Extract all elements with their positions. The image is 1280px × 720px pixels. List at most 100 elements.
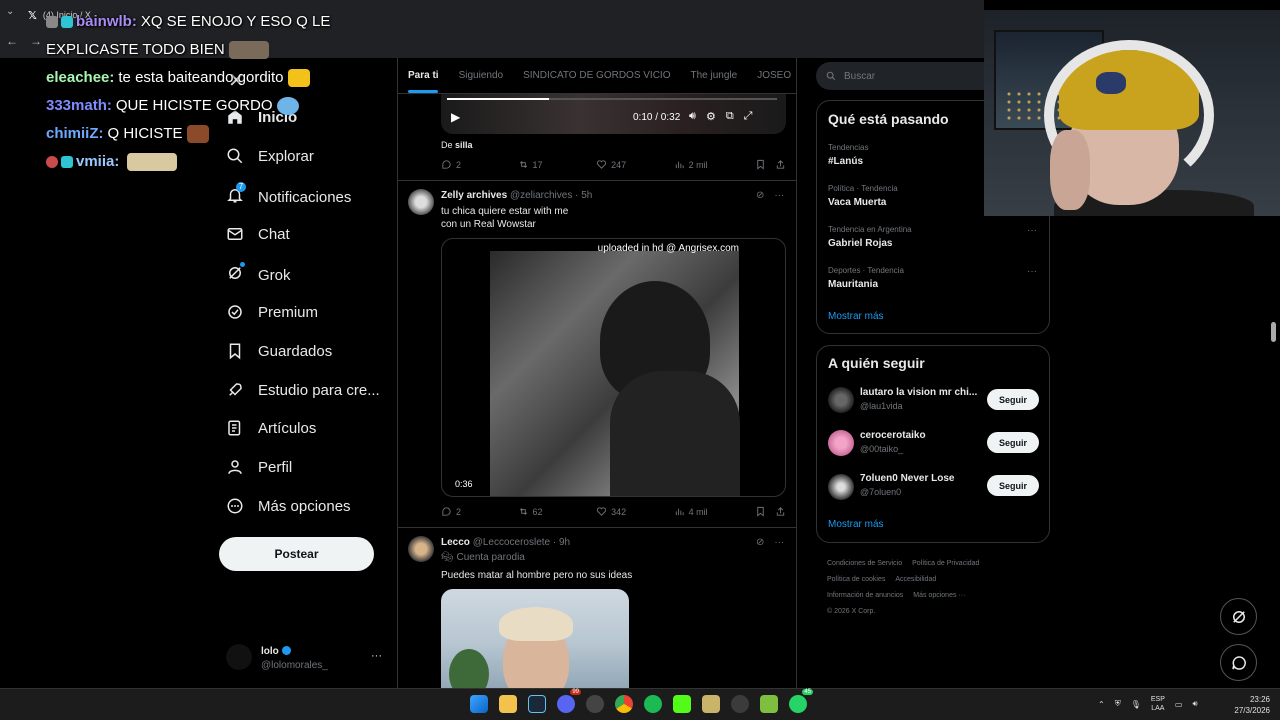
account-switcher[interactable]: lolo @lolomorales_ ··· xyxy=(226,644,386,674)
show-more-link[interactable]: Mostrar más xyxy=(828,519,884,530)
grok-fab-button[interactable] xyxy=(1220,598,1257,635)
chat-emote-icon xyxy=(228,41,269,59)
obs-icon[interactable] xyxy=(586,695,604,713)
back-arrow-icon[interactable]: ← xyxy=(6,34,18,48)
reply-button[interactable]: 2 xyxy=(441,506,518,517)
app-icon[interactable] xyxy=(702,695,720,713)
scrollbar[interactable] xyxy=(1271,322,1276,342)
steam-icon[interactable] xyxy=(528,695,546,713)
tweet-author-handle[interactable]: @Leccoceroslete · 9h xyxy=(473,537,570,548)
footer-link[interactable]: Política de Privacidad xyxy=(912,560,979,567)
repost-button[interactable]: 17 xyxy=(518,159,597,170)
play-icon[interactable]: ▶ xyxy=(451,110,460,124)
follow-name[interactable]: cerocerotaiko xyxy=(860,430,980,441)
follow-button[interactable]: Seguir xyxy=(987,432,1039,453)
reply-button[interactable]: 2 xyxy=(441,159,518,170)
more-icon[interactable]: ··· xyxy=(1027,266,1037,277)
kick-icon[interactable] xyxy=(673,695,691,713)
file-explorer-icon[interactable] xyxy=(499,695,517,713)
footer-link[interactable]: Condiciones de Servicio xyxy=(827,560,902,567)
minecraft-icon[interactable] xyxy=(760,695,778,713)
search-input[interactable]: Buscar xyxy=(816,62,996,90)
bookmark-button[interactable] xyxy=(755,159,775,170)
microphone-icon[interactable]: 🎙︎ xyxy=(1131,700,1141,709)
clock[interactable]: 23:26 27/3/2026 xyxy=(1222,694,1270,716)
nav-item-articles[interactable]: Artículos xyxy=(226,419,316,437)
heart-icon xyxy=(597,160,607,169)
nav-item-label: Guardados xyxy=(258,342,333,360)
video-duration: 0:36 xyxy=(455,479,473,489)
nav-item-grok[interactable]: Grok xyxy=(226,262,291,286)
avatar[interactable] xyxy=(828,387,854,413)
spotify-icon[interactable] xyxy=(644,695,662,713)
volume-icon[interactable]: 🔊︎ xyxy=(1192,699,1197,709)
follow-button[interactable]: Seguir xyxy=(987,389,1039,410)
video-caption: De silla xyxy=(441,140,473,150)
grok-icon[interactable]: ⊘ xyxy=(756,537,764,548)
repost-button[interactable]: 62 xyxy=(518,506,597,517)
tab-list[interactable]: SINDICATO DE GORDOS VICIO xyxy=(513,70,680,81)
nav-item-chat[interactable]: Chat xyxy=(226,225,290,243)
tab-list[interactable]: JOSEO xyxy=(747,70,796,81)
show-more-link[interactable]: Mostrar más xyxy=(828,311,884,322)
grok-icon[interactable]: ⊘ xyxy=(756,190,764,201)
bookmark-button[interactable] xyxy=(755,506,775,517)
views-button[interactable]: 2 mil xyxy=(674,159,756,170)
security-icon[interactable]: ⛨ xyxy=(1115,699,1121,709)
nav-item-more[interactable]: Más opciones xyxy=(226,497,351,515)
ccleaner-icon[interactable] xyxy=(731,695,749,713)
tweet-author-handle[interactable]: @zeliarchives · 5h xyxy=(510,190,592,201)
volume-icon[interactable]: 🔊︎ xyxy=(689,110,696,123)
views-button[interactable]: 4 mil xyxy=(674,506,756,517)
tab-following[interactable]: Siguiendo xyxy=(449,70,513,81)
avatar[interactable] xyxy=(828,474,854,500)
like-button[interactable]: 247 xyxy=(596,159,674,170)
chevron-up-icon[interactable]: ⌃ xyxy=(1098,700,1105,709)
settings-icon[interactable]: ⚙ xyxy=(706,110,716,123)
nav-item-notifications[interactable]: 7 Notificaciones xyxy=(226,182,351,208)
footer-link[interactable]: Información de anuncios xyxy=(827,592,903,599)
follow-name[interactable]: lautaro la vision mr chi... xyxy=(860,387,980,398)
nav-item-creator-studio[interactable]: Estudio para cre... xyxy=(226,381,380,399)
tweet-image[interactable] xyxy=(441,589,629,688)
like-button[interactable]: 342 xyxy=(596,506,674,517)
monitor-icon[interactable]: ▭ xyxy=(1175,700,1183,709)
footer-link[interactable]: Accesibilidad xyxy=(895,576,936,583)
share-button[interactable] xyxy=(775,506,786,517)
video-progress-fill xyxy=(447,98,550,100)
avatar[interactable] xyxy=(408,536,434,562)
tab-for-you[interactable]: Para ti xyxy=(398,70,449,93)
footer-link[interactable]: Política de cookies xyxy=(827,576,885,583)
discord-icon[interactable]: 99 xyxy=(557,689,581,713)
more-icon[interactable]: ··· xyxy=(774,537,784,548)
windows-start-icon[interactable] xyxy=(470,695,488,713)
messages-fab-button[interactable] xyxy=(1220,644,1257,681)
tweet-author-name[interactable]: Lecco xyxy=(441,537,470,548)
avatar[interactable] xyxy=(408,189,434,215)
footer-link[interactable]: Más opciones ··· xyxy=(913,592,965,599)
video-player[interactable]: ▶ 0:10 / 0:32 🔊︎ ⚙ ⧉ ⤢ xyxy=(441,94,786,134)
nav-item-bookmarks[interactable]: Guardados xyxy=(226,342,332,360)
share-button[interactable] xyxy=(775,159,786,170)
follow-name[interactable]: 7oluen0 Never Lose xyxy=(860,473,980,484)
video-progress-bar[interactable] xyxy=(447,98,777,100)
tab-list-icon[interactable]: ⌄ xyxy=(6,6,14,17)
video-player[interactable]: uploaded in hd @ Angrisex.com 0:36 xyxy=(441,238,786,497)
nav-item-premium[interactable]: Premium xyxy=(226,303,318,321)
more-icon[interactable]: ··· xyxy=(1027,225,1037,236)
chrome-icon[interactable] xyxy=(615,695,633,713)
nav-item-profile[interactable]: Perfil xyxy=(226,458,292,476)
pip-icon[interactable]: ⧉ xyxy=(726,110,734,123)
more-icon[interactable]: ··· xyxy=(371,650,382,662)
tweet-author-name[interactable]: Zelly archives xyxy=(441,190,507,201)
reply-icon xyxy=(442,507,451,516)
language-indicator[interactable]: ESP LAA xyxy=(1151,695,1165,713)
more-icon[interactable]: ··· xyxy=(774,190,784,201)
tab-list[interactable]: The jungle xyxy=(681,70,748,81)
avatar[interactable] xyxy=(828,430,854,456)
whatsapp-icon[interactable]: 45 xyxy=(789,689,813,713)
forward-arrow-icon[interactable]: → xyxy=(30,34,42,48)
post-button[interactable]: Postear xyxy=(219,537,374,571)
follow-button[interactable]: Seguir xyxy=(987,475,1039,496)
fullscreen-icon[interactable]: ⤢ xyxy=(744,110,753,123)
